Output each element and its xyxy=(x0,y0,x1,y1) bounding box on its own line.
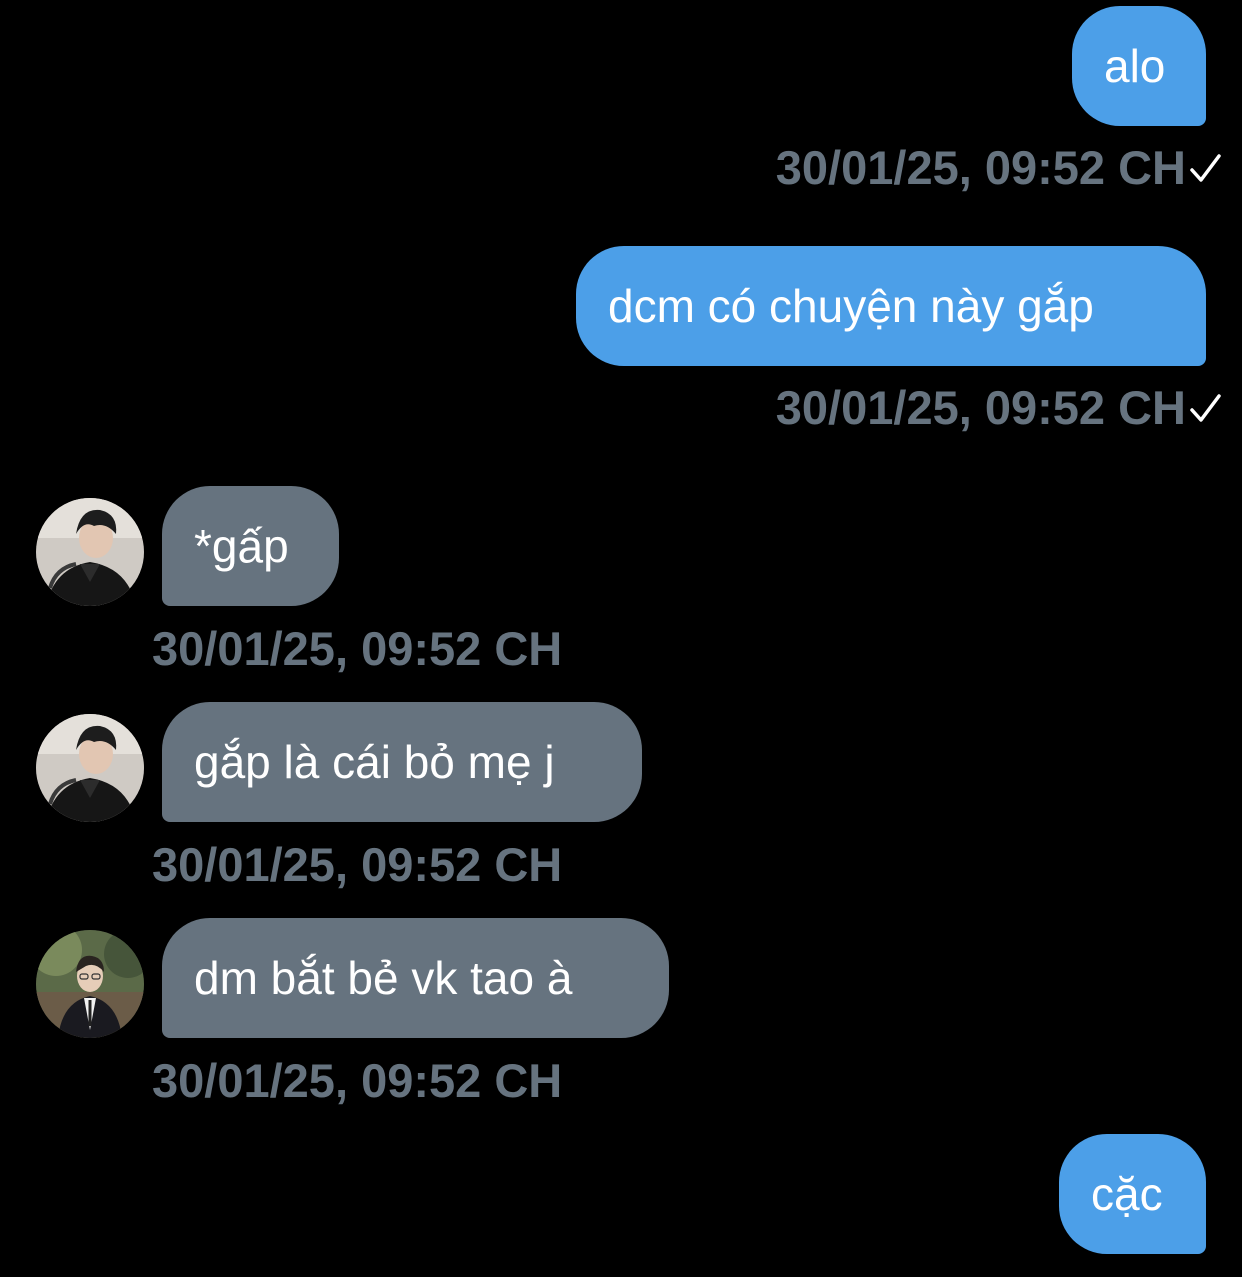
contact-avatar[interactable] xyxy=(36,498,144,606)
checkmark-icon xyxy=(1190,154,1221,182)
message-timestamp: 30/01/25, 09:52 CH xyxy=(152,622,563,675)
message-timestamp: 30/01/25, 09:52 CH xyxy=(775,381,1186,434)
message-bubble-incoming[interactable]: dm bắt bẻ vk tao à xyxy=(162,918,669,1038)
message-bubble-outgoing[interactable]: dcm có chuyện này gắp xyxy=(576,246,1206,366)
message-timestamp: 30/01/25, 09:52 CH xyxy=(775,141,1186,194)
message-bubble-outgoing[interactable]: alo xyxy=(1072,6,1206,126)
message-timestamp: 30/01/25, 09:52 CH xyxy=(152,1054,563,1107)
message-timestamp: 30/01/25, 09:52 CH xyxy=(152,838,563,891)
checkmark-icon xyxy=(1190,394,1221,422)
contact-avatar[interactable] xyxy=(36,714,144,822)
contact-avatar[interactable] xyxy=(36,930,144,1038)
message-bubble-incoming[interactable]: *gấp xyxy=(162,486,339,606)
message-bubble-incoming[interactable]: gắp là cái bỏ mẹ j xyxy=(162,702,642,822)
message-bubble-outgoing[interactable]: cặc xyxy=(1059,1134,1206,1254)
chat-thread: alo 30/01/25, 09:52 CH dcm có chuyện này… xyxy=(0,0,1242,1277)
